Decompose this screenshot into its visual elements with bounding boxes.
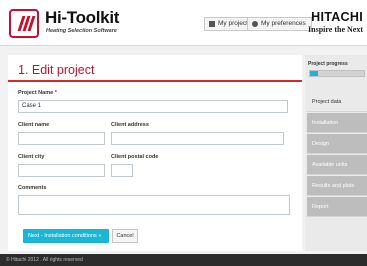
app-logo-icon	[9, 9, 39, 38]
app-window: Hi-Toolkit Heating Selection Software My…	[0, 0, 367, 266]
client-address-label: Client address	[111, 122, 149, 128]
cancel-button[interactable]: Cancel	[112, 229, 138, 243]
folder-icon	[209, 21, 215, 27]
client-city-label: Client city	[18, 154, 45, 160]
sidebar-item-installation[interactable]: Installation	[307, 113, 367, 133]
page-title: 1. Edit project	[18, 63, 95, 77]
client-city-input[interactable]	[18, 164, 105, 177]
brand-tagline: Inspire the Next	[308, 25, 363, 34]
app-subtitle: Heating Selection Software	[46, 28, 117, 34]
project-name-input[interactable]: Case 1	[18, 100, 288, 113]
project-progress-label: Project progress	[308, 61, 348, 67]
project-progress-fill	[310, 71, 319, 76]
project-name-label: Project Name *	[18, 90, 57, 96]
sidebar-item-project-data[interactable]: Project data	[307, 92, 367, 112]
edit-project-panel: 1. Edit project Project Name * Case 1 Cl…	[8, 55, 302, 251]
sidebar-item-design[interactable]: Design	[307, 134, 367, 154]
sidebar-item-report[interactable]: Report	[307, 197, 367, 217]
client-postal-code-label: Client postal code	[111, 154, 159, 160]
app-title: Hi-Toolkit	[45, 8, 120, 27]
comments-label: Comments	[18, 185, 47, 191]
my-preferences-label: My preferences	[261, 20, 306, 27]
sidebar-item-available-units[interactable]: Available units	[307, 155, 367, 175]
brand-logo: HITACHI Inspire the Next	[303, 10, 363, 34]
comments-textarea[interactable]	[18, 195, 290, 215]
client-name-input[interactable]	[18, 132, 105, 145]
copyright-text: © Hitachi 2012 . All rights reserved	[6, 257, 83, 263]
footer-bar: © Hitachi 2012 . All rights reserved	[0, 254, 367, 266]
gear-icon	[252, 21, 258, 27]
client-address-input[interactable]	[111, 132, 284, 145]
brand-name: HITACHI	[311, 10, 363, 24]
sidebar: Project progress Project data Installati…	[305, 55, 367, 251]
required-mark: *	[54, 90, 57, 96]
client-name-label: Client name	[18, 122, 50, 128]
sidebar-item-results-and-plots[interactable]: Results and plots	[307, 176, 367, 196]
project-progress-bar	[309, 70, 365, 77]
title-divider	[8, 80, 302, 82]
next-installation-button[interactable]: Next - Installation conditions »	[23, 229, 109, 243]
header-bar: Hi-Toolkit Heating Selection Software My…	[0, 0, 367, 46]
client-postal-code-input[interactable]	[111, 164, 133, 177]
